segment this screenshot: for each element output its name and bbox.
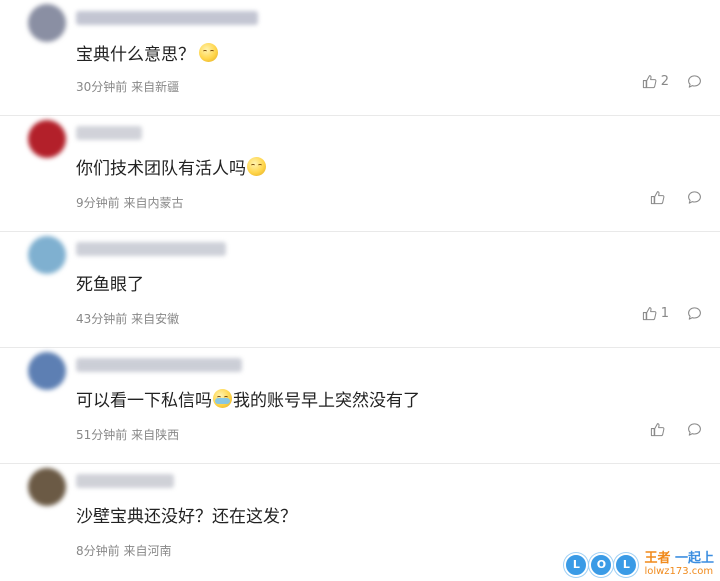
comment-text: 宝典什么意思？ <box>76 40 219 65</box>
avatar[interactable] <box>28 468 66 506</box>
comment-text: 死鱼眼了 <box>76 270 144 295</box>
comment-meta: 51分钟前 来自陕西 <box>76 426 179 443</box>
comment-item: 死鱼眼了 43分钟前 来自安徽 1 <box>0 232 720 348</box>
thumbs-up-icon <box>642 75 657 89</box>
like-button[interactable] <box>650 422 669 437</box>
avatar[interactable] <box>28 352 66 390</box>
comment-text-part: 可以看一下私信吗 <box>76 391 212 411</box>
like-button[interactable]: 2 <box>642 74 669 89</box>
username-blurred[interactable] <box>76 126 142 140</box>
comment-list: 宝典什么意思？ 30分钟前 来自新疆 2 你们技术团队有活人吗 9分钟前 来自内… <box>0 0 720 580</box>
comment-actions <box>650 422 702 437</box>
like-button[interactable]: 1 <box>642 306 669 321</box>
comment-text-part: 沙壁宝典还没好？还在这发？ <box>76 507 297 527</box>
comment-location: 来自安徽 <box>131 312 180 326</box>
watermark-title: 王者 一起上 <box>644 551 714 566</box>
comment-location: 来自河南 <box>123 544 172 558</box>
username-blurred[interactable] <box>76 242 226 256</box>
comment-time: 8分钟前 <box>76 544 120 558</box>
like-count: 2 <box>660 74 669 89</box>
comment-actions: 1 <box>642 306 702 321</box>
smirk-emoji-icon <box>199 43 218 62</box>
comment-text-part: 你们技术团队有活人吗 <box>76 159 246 179</box>
comment-meta: 43分钟前 来自安徽 <box>76 310 179 327</box>
like-button[interactable] <box>650 190 669 205</box>
comment-meta: 8分钟前 来自河南 <box>76 542 171 559</box>
comment-location: 来自新疆 <box>131 80 180 94</box>
reply-button[interactable] <box>687 190 702 205</box>
comment-text: 你们技术团队有活人吗 <box>76 154 267 179</box>
comment-text-part: 死鱼眼了 <box>76 275 144 295</box>
comment-actions <box>650 190 702 205</box>
comment-meta: 9分钟前 来自内蒙古 <box>76 194 183 211</box>
avatar[interactable] <box>28 236 66 274</box>
comment-location: 来自陕西 <box>131 428 180 442</box>
logo-letter: L <box>614 552 639 577</box>
comment-location: 来自内蒙古 <box>123 196 184 210</box>
avatar[interactable] <box>28 4 66 42</box>
comment-item: 可以看一下私信吗 我的账号早上突然没有了 51分钟前 来自陕西 <box>0 348 720 464</box>
logo-letter: L <box>564 552 589 577</box>
reply-button[interactable] <box>687 74 702 89</box>
cry-emoji-icon <box>213 389 232 408</box>
comment-text-part: 我的账号早上突然没有了 <box>233 391 420 411</box>
comment-text: 沙壁宝典还没好？还在这发？ <box>76 502 297 527</box>
thumbs-up-icon <box>642 307 657 321</box>
comment-bubble-icon <box>688 307 701 320</box>
lol-logo: L O L <box>564 552 639 577</box>
comment-actions: 2 <box>642 74 702 89</box>
username-blurred[interactable] <box>76 358 242 372</box>
username-blurred[interactable] <box>76 11 258 25</box>
comment-item: 宝典什么意思？ 30分钟前 来自新疆 2 <box>0 0 720 116</box>
comment-text: 可以看一下私信吗 我的账号早上突然没有了 <box>76 386 420 411</box>
comment-time: 43分钟前 <box>76 312 128 326</box>
reply-button[interactable] <box>687 422 702 437</box>
username-blurred[interactable] <box>76 474 174 488</box>
comment-time: 51分钟前 <box>76 428 128 442</box>
avatar[interactable] <box>28 120 66 158</box>
comment-time: 9分钟前 <box>76 196 120 210</box>
comment-meta: 30分钟前 来自新疆 <box>76 78 179 95</box>
comment-bubble-icon <box>688 191 701 204</box>
reply-button[interactable] <box>687 306 702 321</box>
watermark-text: 王者 一起上 lolwz173.com <box>644 552 714 577</box>
smirk-emoji-icon <box>247 157 266 176</box>
comment-bubble-icon <box>688 75 701 88</box>
site-watermark: L O L 王者 一起上 lolwz173.com <box>564 552 714 577</box>
like-count: 1 <box>660 306 669 321</box>
comment-text-part: 宝典什么意思？ <box>76 45 195 65</box>
thumbs-up-icon <box>650 423 665 437</box>
thumbs-up-icon <box>650 191 665 205</box>
watermark-url: lolwz173.com <box>644 566 714 577</box>
comment-item: 你们技术团队有活人吗 9分钟前 来自内蒙古 <box>0 116 720 232</box>
comment-bubble-icon <box>688 423 701 436</box>
comment-time: 30分钟前 <box>76 80 128 94</box>
logo-letter: O <box>589 552 614 577</box>
